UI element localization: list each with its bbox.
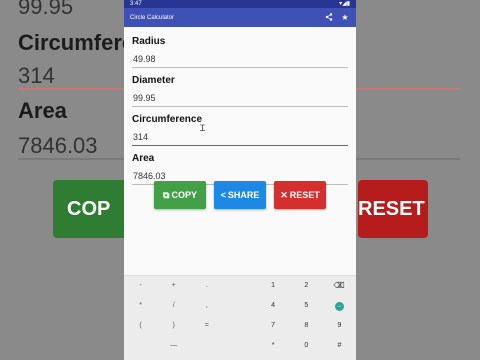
circumference-field: Circumference 314: [132, 111, 348, 146]
star-icon[interactable]: ★: [340, 13, 350, 22]
key-star[interactable]: *: [257, 336, 290, 356]
enter-icon: →: [334, 301, 344, 311]
key-blank[interactable]: [124, 336, 157, 356]
bg-circumference-value: 314: [18, 63, 55, 88]
key-4[interactable]: 4: [257, 296, 290, 316]
backspace-icon[interactable]: ⌫: [328, 276, 350, 296]
phone-screen: 3:47 ▾◢▮ Circle Calculator ★ Radius 49.9…: [124, 0, 356, 360]
diameter-label: Diameter: [132, 75, 175, 86]
enter-key[interactable]: →: [328, 296, 350, 316]
radius-label: Radius: [132, 36, 166, 47]
action-buttons: ⧉ COPY < SHARE ✕ RESET: [124, 181, 356, 209]
radius-input[interactable]: 49.98: [132, 54, 348, 68]
copy-icon: ⧉: [163, 189, 170, 200]
reset-button-label: RESET: [289, 190, 320, 200]
share-icon: <: [220, 190, 226, 200]
bg-area-label: Area: [18, 98, 67, 123]
calculator-form: Radius 49.98 Diameter 99.95 Circumferenc…: [124, 27, 356, 185]
copy-button-label: COPY: [171, 190, 197, 200]
key-0[interactable]: 0: [290, 336, 323, 356]
circumference-input[interactable]: 314: [132, 132, 348, 146]
key-spacer: [223, 316, 256, 336]
key-spacer: [223, 276, 256, 296]
key-hash[interactable]: #: [323, 336, 356, 356]
keyboard-row: ( ) = 7 8 9: [124, 316, 356, 336]
diameter-field: Diameter 99.95: [132, 72, 348, 107]
share-icon[interactable]: [324, 12, 334, 23]
key-spacer: [223, 296, 256, 316]
bg-top-value: 99.95: [18, 0, 74, 19]
key-comma[interactable]: ,: [190, 296, 223, 316]
keyboard-row: * / , 4 5 6: [124, 296, 356, 316]
key-9[interactable]: 9: [323, 316, 356, 336]
status-icons: ▾◢▮: [339, 1, 350, 7]
app-title: Circle Calculator: [130, 14, 175, 21]
key-divide[interactable]: /: [157, 296, 190, 316]
share-button[interactable]: < SHARE: [214, 181, 266, 209]
key-period[interactable]: .: [190, 276, 223, 296]
key-2[interactable]: 2: [290, 276, 323, 296]
text-cursor-icon: Ɪ: [200, 123, 206, 133]
close-icon: ✕: [280, 189, 288, 200]
bg-reset-button: RESET: [358, 180, 428, 238]
key-equals[interactable]: =: [190, 316, 223, 336]
diameter-input[interactable]: 99.95: [132, 93, 348, 107]
status-bar: 3:47 ▾◢▮: [124, 0, 356, 8]
keyboard-row: — * 0 #: [124, 336, 356, 356]
keyboard-row: - + . 1 2 3: [124, 276, 356, 296]
radius-field: Radius 49.98: [132, 33, 348, 68]
key-close-paren[interactable]: ): [157, 316, 190, 336]
circumference-label: Circumference: [132, 114, 203, 125]
key-minus[interactable]: -: [124, 276, 157, 296]
area-label: Area: [132, 153, 155, 164]
key-5[interactable]: 5: [290, 296, 323, 316]
key-blank[interactable]: [190, 336, 223, 356]
key-space[interactable]: —: [157, 336, 190, 356]
key-1[interactable]: 1: [257, 276, 290, 296]
bg-area-value: 7846.03: [18, 133, 98, 158]
app-bar: Circle Calculator ★: [124, 8, 356, 27]
key-plus[interactable]: +: [157, 276, 190, 296]
reset-button[interactable]: ✕ RESET: [274, 181, 326, 209]
key-8[interactable]: 8: [290, 316, 323, 336]
key-7[interactable]: 7: [257, 316, 290, 336]
area-field: Area 7846.03: [132, 150, 348, 185]
key-open-paren[interactable]: (: [124, 316, 157, 336]
key-multiply[interactable]: *: [124, 296, 157, 316]
key-spacer: [223, 336, 256, 356]
numeric-keyboard: - + . 1 2 3 * / , 4 5 6 ( ) = 7 8 9: [124, 275, 356, 360]
status-time: 3:47: [130, 1, 142, 7]
copy-button[interactable]: ⧉ COPY: [154, 181, 206, 209]
share-button-label: SHARE: [227, 190, 260, 200]
